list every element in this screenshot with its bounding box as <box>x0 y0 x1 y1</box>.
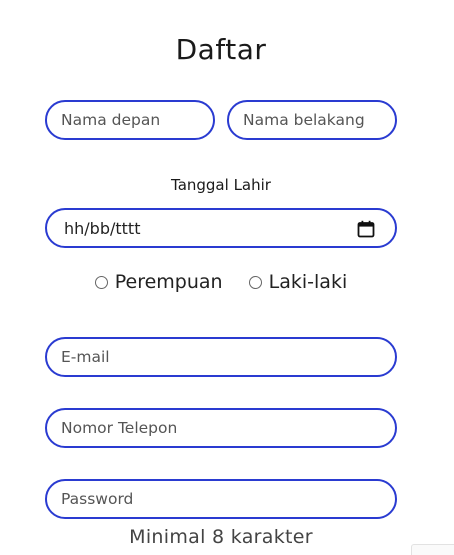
female-radio[interactable] <box>94 275 108 289</box>
female-label: Perempuan <box>114 271 223 293</box>
signup-page: Daftar Tanggal Lahir hh/bb/tttt Perempua… <box>0 0 454 555</box>
phone-input[interactable] <box>45 408 397 448</box>
page-title: Daftar <box>175 33 267 66</box>
gender-option-female[interactable]: Perempuan <box>94 271 223 293</box>
password-hint: Minimal 8 karakter <box>129 526 313 548</box>
calendar-icon[interactable] <box>357 220 375 238</box>
dob-label: Tanggal Lahir <box>171 176 271 194</box>
last-name-input[interactable] <box>227 100 397 140</box>
male-radio[interactable] <box>248 275 262 289</box>
password-input[interactable] <box>45 479 397 519</box>
gender-option-male[interactable]: Laki-laki <box>248 271 348 293</box>
first-name-input[interactable] <box>45 100 215 140</box>
date-of-birth-value: hh/bb/tttt <box>64 219 141 238</box>
date-of-birth-input[interactable]: hh/bb/tttt <box>45 208 397 248</box>
male-label: Laki-laki <box>268 271 348 293</box>
gender-radio-group: Perempuan Laki-laki <box>0 271 442 294</box>
email-input[interactable] <box>45 337 397 377</box>
corner-badge <box>411 544 454 555</box>
